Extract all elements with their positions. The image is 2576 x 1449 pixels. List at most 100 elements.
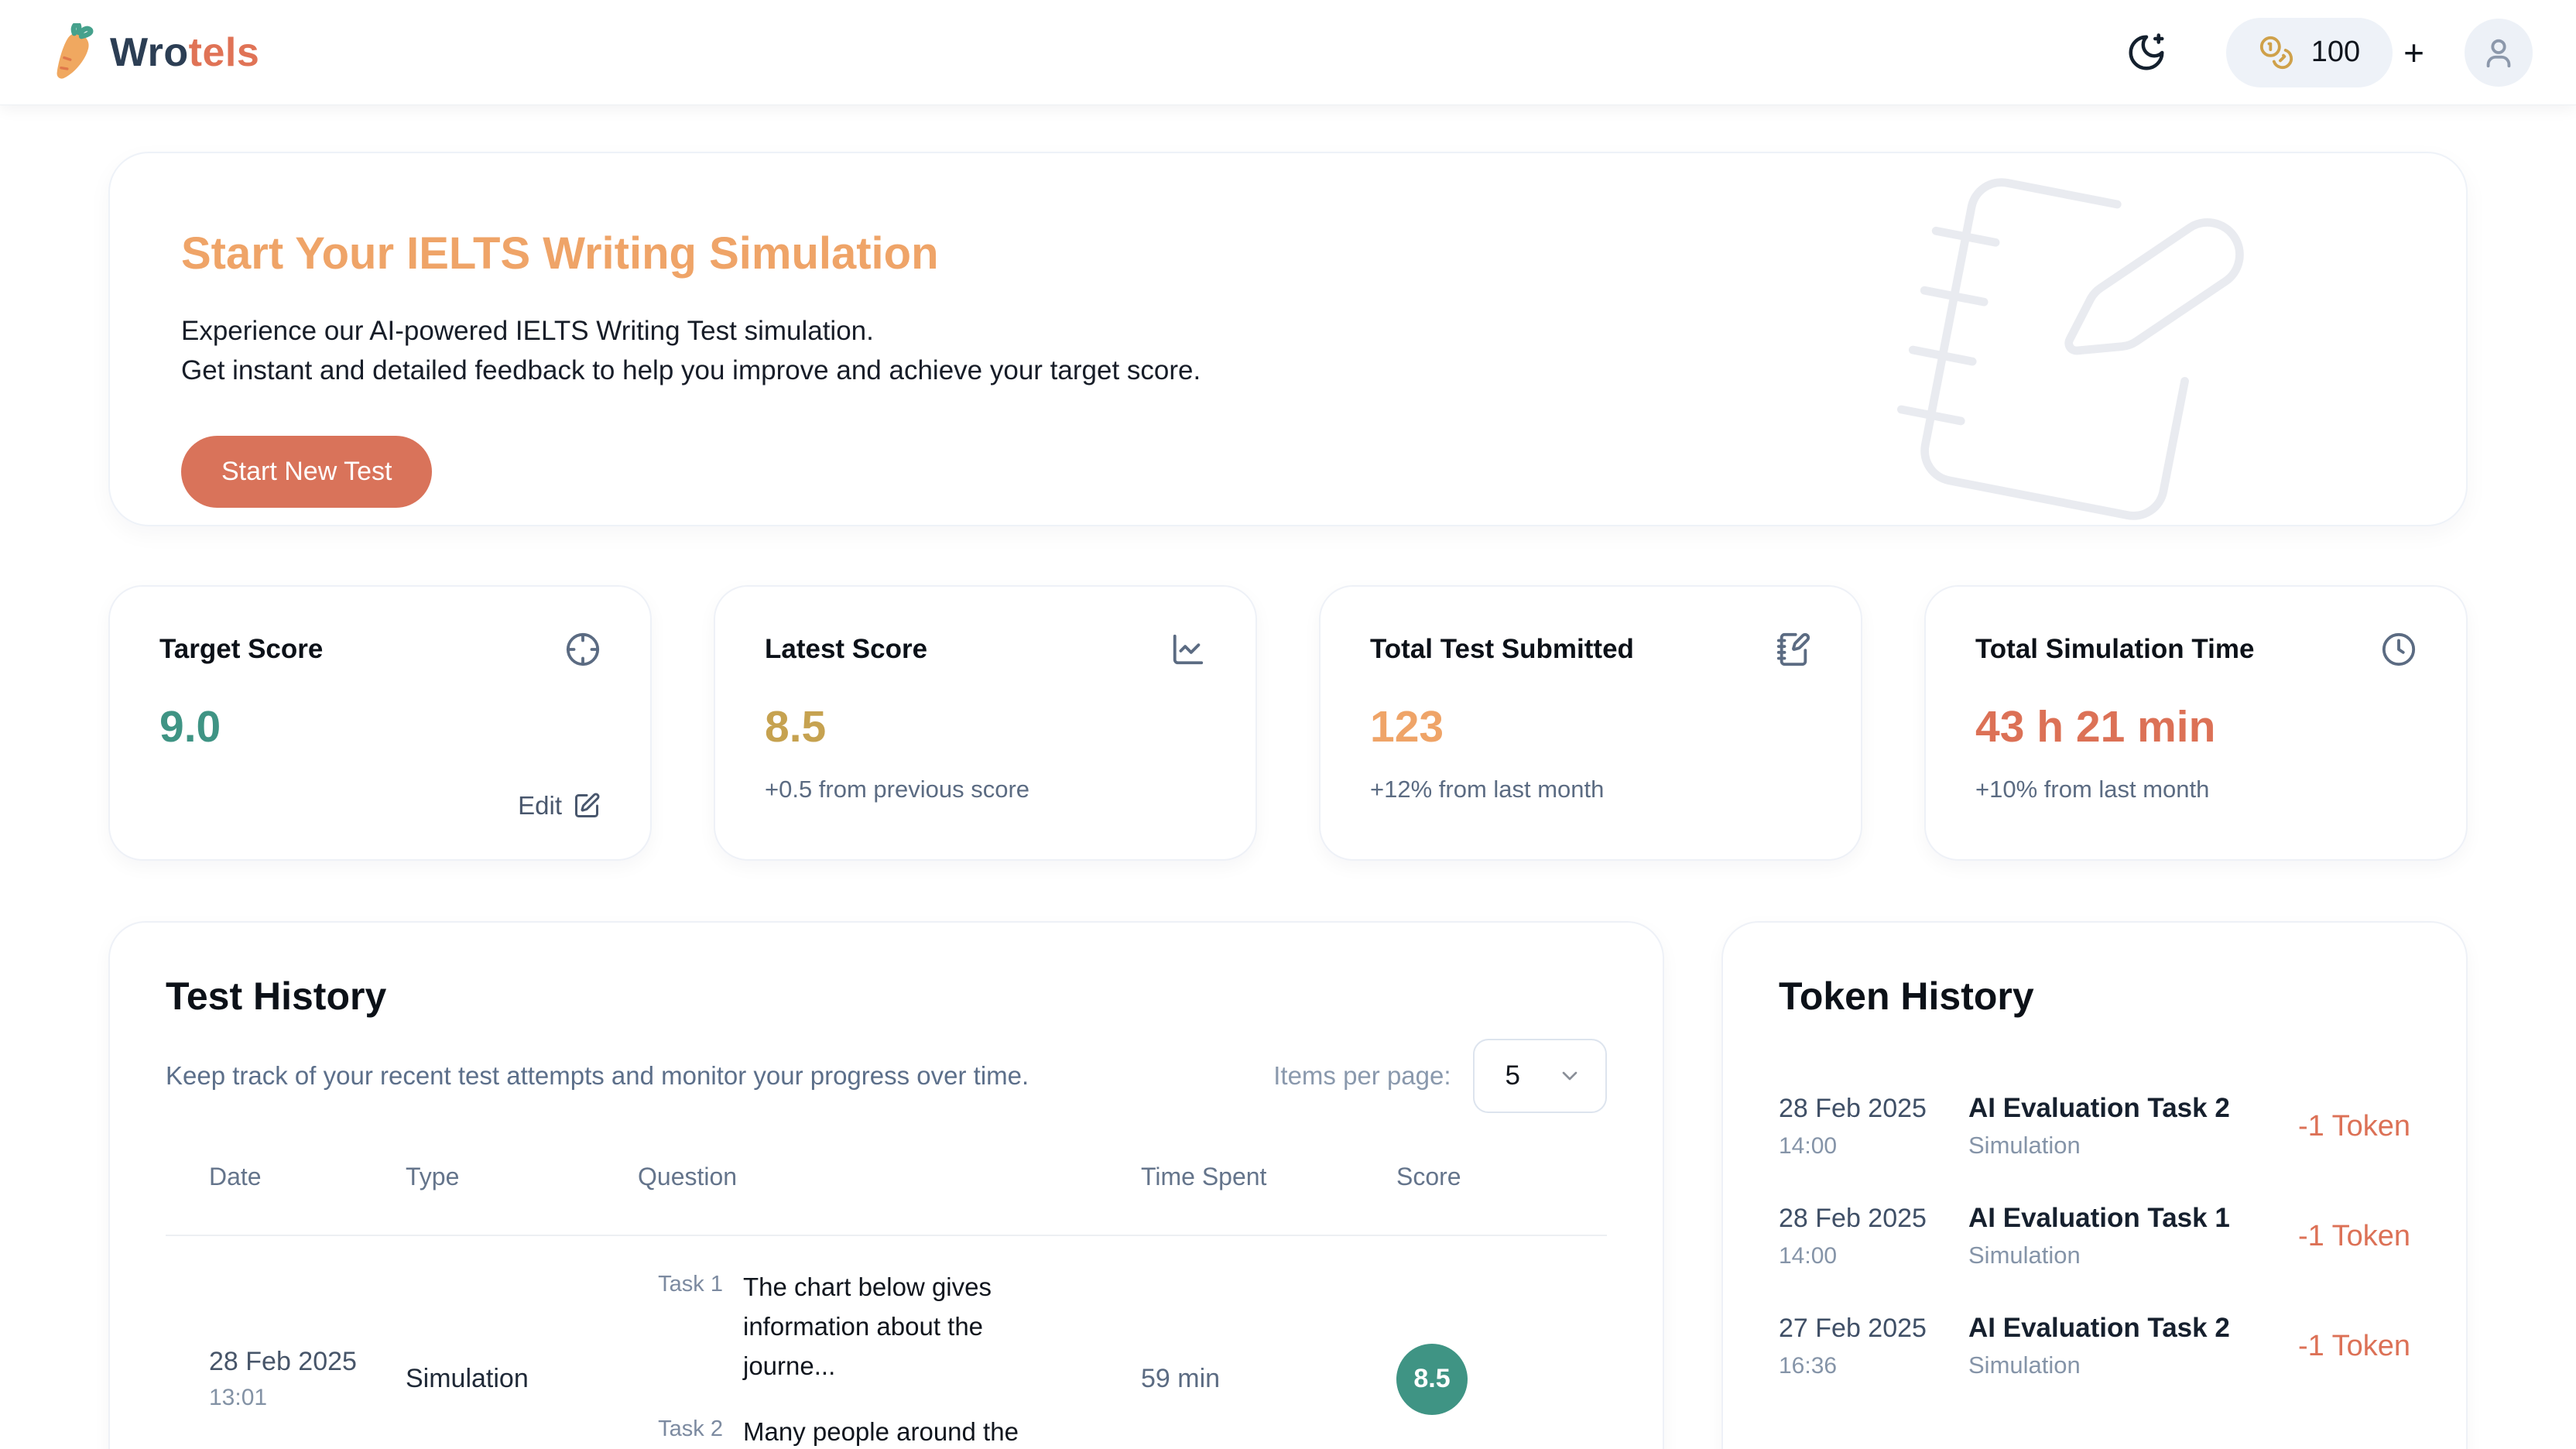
entry-date-cell: 27 Feb 2025 16:36 (1779, 1314, 1945, 1379)
entry-task-cell: AI Evaluation Task 2 Simulation (1968, 1093, 2275, 1160)
app-header: Wrotels 100 + (0, 0, 2576, 105)
stat-subtext: +10% from last month (1975, 776, 2417, 803)
brand-logo[interactable]: Wrotels (50, 23, 259, 82)
entry-date: 28 Feb 2025 (1779, 1204, 1945, 1234)
table-header-row: Date Type Question Time Spent Score (166, 1163, 1607, 1235)
entry-task-cell: AI Evaluation Task 1 Simulation (1968, 1203, 2275, 1269)
notebook-pen-icon (1776, 632, 1811, 667)
entry-date: 28 Feb 2025 (1779, 1094, 1945, 1124)
items-per-page-control: Items per page: 5 (1273, 1039, 1607, 1113)
score-badge: 8.5 (1396, 1344, 1468, 1415)
row-date: 28 Feb 2025 (209, 1347, 406, 1377)
stat-card-simulation-time: Total Simulation Time 43 h 21 min +10% f… (1924, 585, 2468, 861)
items-per-page-label: Items per page: (1273, 1061, 1451, 1091)
column-header-question: Question (638, 1163, 1141, 1191)
entry-amount: -1 Token (2298, 1220, 2410, 1253)
crosshair-icon (565, 632, 601, 667)
stat-value: 8.5 (765, 701, 1206, 752)
entry-date-cell: 28 Feb 2025 14:00 (1779, 1204, 1945, 1269)
add-tokens-button[interactable]: + (2403, 35, 2424, 70)
hero-title: Start Your IELTS Writing Simulation (181, 228, 2389, 279)
stat-card-target-score: Target Score 9.0 Edit (108, 585, 652, 861)
entry-date: 27 Feb 2025 (1779, 1314, 1945, 1344)
question-task-2: Task 2 Many people around the world use … (638, 1412, 1141, 1449)
entry-task: AI Evaluation Task 2 (1968, 1093, 2275, 1124)
token-history-item: 28 Feb 2025 14:00 AI Evaluation Task 1 S… (1779, 1203, 2410, 1269)
entry-type: Simulation (1968, 1242, 2275, 1269)
square-pen-icon (573, 792, 601, 820)
column-header-time-spent: Time Spent (1141, 1163, 1396, 1191)
token-history-title: Token History (1779, 974, 2410, 1019)
column-header-type: Type (406, 1163, 638, 1191)
test-history-subtitle: Keep track of your recent test attempts … (166, 1061, 1029, 1091)
profile-avatar[interactable] (2465, 19, 2533, 87)
entry-amount: -1 Token (2298, 1110, 2410, 1143)
test-history-title: Test History (166, 974, 1607, 1019)
entry-date-cell: 28 Feb 2025 14:00 (1779, 1094, 1945, 1160)
task-1-label: Task 1 (638, 1267, 723, 1386)
entry-type: Simulation (1968, 1132, 2275, 1160)
chevron-down-icon (1557, 1064, 1582, 1088)
stat-subtext: +12% from last month (1370, 776, 1811, 803)
stats-row: Target Score 9.0 Edit Latest Score (108, 585, 2468, 861)
moon-star-icon (2126, 32, 2167, 74)
edit-target-score-link[interactable]: Edit (159, 791, 601, 820)
stat-label: Latest Score (765, 634, 927, 665)
stat-value: 123 (1370, 701, 1811, 752)
hero-description-line2: Get instant and detailed feedback to hel… (181, 351, 2389, 391)
task-1-text: The chart below gives information about … (743, 1267, 1064, 1386)
test-history-panel: Test History Keep track of your recent t… (108, 921, 1664, 1449)
stat-subtext: +0.5 from previous score (765, 776, 1206, 803)
entry-time: 16:36 (1779, 1353, 1945, 1379)
coins-icon (2259, 35, 2294, 70)
entry-time: 14:00 (1779, 1243, 1945, 1269)
edit-label: Edit (518, 791, 562, 820)
entry-amount: -1 Token (2298, 1330, 2410, 1363)
token-history-panel: Token History 28 Feb 2025 14:00 AI Evalu… (1721, 921, 2468, 1449)
task-2-label: Task 2 (638, 1412, 723, 1449)
carrot-logo-icon (50, 23, 99, 82)
token-history-item: 28 Feb 2025 14:00 AI Evaluation Task 2 S… (1779, 1093, 2410, 1160)
stat-card-latest-score: Latest Score 8.5 +0.5 from previous scor… (714, 585, 1257, 861)
column-header-date: Date (166, 1163, 406, 1191)
column-header-score: Score (1396, 1163, 1607, 1191)
start-new-test-button[interactable]: Start New Test (181, 436, 432, 508)
row-time: 13:01 (209, 1385, 406, 1411)
token-history-list: 28 Feb 2025 14:00 AI Evaluation Task 2 S… (1779, 1093, 2410, 1379)
items-per-page-value: 5 (1506, 1060, 1520, 1091)
entry-task-cell: AI Evaluation Task 2 Simulation (1968, 1313, 2275, 1379)
task-2-text: Many people around the world use social … (743, 1412, 1064, 1449)
bottom-panels: Test History Keep track of your recent t… (108, 921, 2468, 1449)
row-time-spent: 59 min (1141, 1364, 1396, 1394)
brand-name: Wrotels (110, 29, 259, 76)
token-history-item: 27 Feb 2025 16:36 AI Evaluation Task 2 S… (1779, 1313, 2410, 1379)
token-balance[interactable]: 100 (2226, 18, 2393, 87)
brand-name-secondary: tels (189, 30, 260, 75)
table-row[interactable]: 28 Feb 2025 13:01 Simulation Task 1 The … (166, 1236, 1607, 1449)
stat-value: 9.0 (159, 701, 601, 752)
dark-mode-toggle[interactable] (2126, 32, 2167, 74)
header-actions: 100 + (2126, 18, 2533, 87)
line-chart-icon (1170, 632, 1206, 667)
clock-icon (2381, 632, 2417, 667)
row-type: Simulation (406, 1364, 638, 1394)
hero-description-line1: Experience our AI-powered IELTS Writing … (181, 312, 2389, 351)
stat-label: Total Simulation Time (1975, 634, 2254, 665)
stat-label: Total Test Submitted (1370, 634, 1634, 665)
entry-type: Simulation (1968, 1351, 2275, 1379)
stat-card-total-tests: Total Test Submitted 123 +12% from last … (1319, 585, 1862, 861)
main-content: Start Your IELTS Writing Simulation Expe… (0, 105, 2576, 1449)
token-count: 100 (2311, 36, 2360, 69)
user-icon (2481, 35, 2516, 70)
stat-label: Target Score (159, 634, 323, 665)
question-task-1: Task 1 The chart below gives information… (638, 1267, 1141, 1386)
entry-task: AI Evaluation Task 1 (1968, 1203, 2275, 1234)
brand-name-primary: Wro (110, 30, 189, 75)
row-date-cell: 28 Feb 2025 13:01 (166, 1347, 406, 1411)
items-per-page-select[interactable]: 5 (1473, 1039, 1607, 1113)
stat-value: 43 h 21 min (1975, 701, 2417, 752)
hero-card: Start Your IELTS Writing Simulation Expe… (108, 152, 2468, 526)
entry-time: 14:00 (1779, 1133, 1945, 1160)
entry-task: AI Evaluation Task 2 (1968, 1313, 2275, 1344)
row-question-cell: Task 1 The chart below gives information… (638, 1267, 1141, 1449)
